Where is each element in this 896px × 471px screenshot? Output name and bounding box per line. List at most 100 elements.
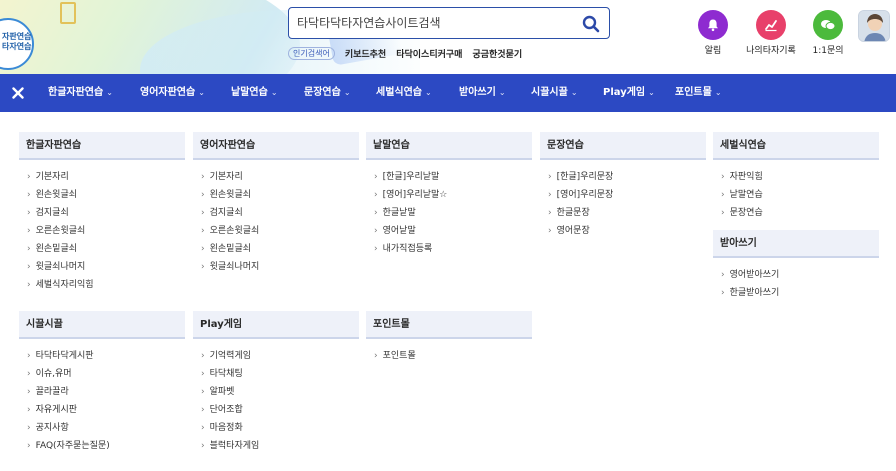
- nav-item-words[interactable]: 낱말연습 ⌄: [231, 74, 278, 112]
- menu-group-games: Play게임 기억력게임 타닥채팅 알파벳 단어조합 마음정화 블럭타자게임: [193, 311, 359, 455]
- close-icon: [12, 87, 24, 99]
- record-icon-circle: [756, 10, 786, 40]
- nav-item-sentences[interactable]: 문장연습 ⌄: [304, 74, 351, 112]
- nav-item-dictation[interactable]: 받아쓰기 ⌄: [459, 74, 506, 112]
- popular-search-tag: 인기검색어: [288, 46, 335, 60]
- nav-item-label: 한글자판연습: [48, 87, 104, 98]
- menu-item[interactable]: 알파벳: [193, 383, 359, 401]
- menu-group-list: 타닥타닥게시판 이슈,유머 끌라끌라 자유게시판 공지사항 FAQ(자주묻는질문…: [19, 339, 185, 455]
- nav-item-games[interactable]: Play게임 ⌄: [603, 74, 655, 112]
- main-nav: 한글자판연습 ⌄ 영어자판연습 ⌄ 낱말연습 ⌄ 문장연습 ⌄ 세벌식연습 ⌄ 받아쓰기 ⌄…: [0, 74, 896, 112]
- menu-group-title[interactable]: 받아쓰기: [713, 230, 879, 258]
- menu-item[interactable]: 마음정화: [193, 419, 359, 437]
- menu-group-title[interactable]: Play게임: [193, 311, 359, 339]
- user-avatar[interactable]: [858, 10, 890, 42]
- menu-item[interactable]: 블럭타자게임: [193, 437, 359, 455]
- menu-item[interactable]: 문장연습: [713, 204, 879, 222]
- nav-close-button[interactable]: [0, 74, 36, 112]
- menu-item[interactable]: 공지사항: [19, 419, 185, 437]
- chevron-down-icon: ⌄: [106, 88, 113, 97]
- menu-item[interactable]: 윗글쇠나머지: [19, 258, 185, 276]
- menu-item[interactable]: 영어문장: [540, 222, 706, 240]
- inquiry-icon-circle: [813, 10, 843, 40]
- popular-search-link[interactable]: 키보드추천: [345, 47, 386, 60]
- menu-item[interactable]: 포인트몰: [366, 347, 532, 365]
- menu-item[interactable]: 내가직접등록: [366, 240, 532, 258]
- menu-group-list: 기본자리 왼손윗글쇠 검지글쇠 오른손윗글쇠 왼손밑글쇠 윗글쇠나머지: [193, 160, 359, 276]
- nav-item-label: 세벌식연습: [376, 87, 422, 98]
- menu-item[interactable]: 한글받아쓰기: [713, 284, 879, 302]
- menu-group-title[interactable]: 세벌식연습: [713, 132, 879, 160]
- menu-group-title[interactable]: 영어자판연습: [193, 132, 359, 160]
- notification-label: 알림: [704, 46, 722, 56]
- nav-item-sebeolsik[interactable]: 세벌식연습 ⌄: [376, 74, 432, 112]
- nav-item-label: 시끌시끌: [531, 87, 568, 98]
- menu-group-title[interactable]: 포인트몰: [366, 311, 532, 339]
- menu-item[interactable]: 타닥채팅: [193, 365, 359, 383]
- nav-item-korean-keyboard[interactable]: 한글자판연습 ⌄: [48, 74, 113, 112]
- menu-item[interactable]: 왼손윗글쇠: [19, 186, 185, 204]
- menu-item[interactable]: 왼손밑글쇠: [19, 240, 185, 258]
- menu-item[interactable]: 자판익힘: [713, 168, 879, 186]
- menu-item[interactable]: [영어]우리문장: [540, 186, 706, 204]
- menu-item[interactable]: 기본자리: [19, 168, 185, 186]
- menu-group-list: 기억력게임 타닥채팅 알파벳 단어조합 마음정화 블럭타자게임: [193, 339, 359, 455]
- nav-item-point-mall[interactable]: 포인트몰 ⌄: [675, 74, 722, 112]
- menu-group-list: [한글]우리낱말 [영어]우리낱말☆ 한글낱말 영어낱말 내가직접등록: [366, 160, 532, 258]
- my-typing-record-button[interactable]: 나의타자기록: [741, 10, 801, 56]
- menu-item[interactable]: [한글]우리낱말: [366, 168, 532, 186]
- menu-item[interactable]: 한글낱말: [366, 204, 532, 222]
- nav-item-english-keyboard[interactable]: 영어자판연습 ⌄: [140, 74, 205, 112]
- menu-group-title[interactable]: 시끌시끌: [19, 311, 185, 339]
- menu-item[interactable]: 왼손밑글쇠: [193, 240, 359, 258]
- menu-group-dictation: 받아쓰기 영어받아쓰기 한글받아쓰기: [713, 230, 879, 302]
- nav-item-community[interactable]: 시끌시끌 ⌄: [531, 74, 578, 112]
- menu-item[interactable]: 오른손윗글쇠: [19, 222, 185, 240]
- menu-item[interactable]: 영어받아쓰기: [713, 266, 879, 284]
- menu-item[interactable]: FAQ(자주묻는질문): [19, 437, 185, 455]
- menu-item[interactable]: 오른손윗글쇠: [193, 222, 359, 240]
- search-input[interactable]: [297, 13, 567, 33]
- menu-group-sentences: 문장연습 [한글]우리문장 [영어]우리문장 한글문장 영어문장: [540, 132, 706, 240]
- inquiry-button[interactable]: 1:1문의: [798, 10, 858, 56]
- nav-item-label: 문장연습: [304, 87, 341, 98]
- menu-item[interactable]: 윗글쇠나머지: [193, 258, 359, 276]
- chat-icon: [821, 20, 836, 31]
- chevron-down-icon: ⌄: [714, 88, 722, 97]
- chevron-down-icon: ⌄: [648, 88, 655, 97]
- chevron-down-icon: ⌄: [570, 88, 578, 97]
- menu-group-title[interactable]: 한글자판연습: [19, 132, 185, 160]
- menu-group-community: 시끌시끌 타닥타닥게시판 이슈,유머 끌라끌라 자유게시판 공지사항 FAQ(자…: [19, 311, 185, 455]
- menu-item[interactable]: 끌라끌라: [19, 383, 185, 401]
- notification-button[interactable]: 알림: [683, 10, 743, 56]
- site-logo-text: 타자연습: [2, 42, 32, 51]
- nav-item-label: 영어자판연습: [140, 87, 196, 98]
- menu-item[interactable]: 왼손윗글쇠: [193, 186, 359, 204]
- nav-item-label: Play게임: [603, 87, 646, 98]
- chevron-down-icon: ⌄: [498, 88, 506, 97]
- menu-item[interactable]: [영어]우리낱말☆: [366, 186, 532, 204]
- menu-group-list: 영어받아쓰기 한글받아쓰기: [713, 258, 879, 302]
- menu-item[interactable]: 한글문장: [540, 204, 706, 222]
- menu-item[interactable]: 기본자리: [193, 168, 359, 186]
- avatar-image: [859, 11, 889, 41]
- popular-search-link[interactable]: 궁금한것묻기: [472, 47, 522, 60]
- menu-item[interactable]: 기억력게임: [193, 347, 359, 365]
- menu-item[interactable]: [한글]우리문장: [540, 168, 706, 186]
- chevron-down-icon: ⌄: [270, 88, 278, 97]
- menu-item[interactable]: 단어조합: [193, 401, 359, 419]
- menu-item[interactable]: 낱말연습: [713, 186, 879, 204]
- menu-item[interactable]: 이슈,유머: [19, 365, 185, 383]
- menu-item[interactable]: 검지글쇠: [19, 204, 185, 222]
- search-button[interactable]: [581, 14, 601, 34]
- menu-group-title[interactable]: 낱말연습: [366, 132, 532, 160]
- menu-item[interactable]: 세벌식자리익힘: [19, 276, 185, 294]
- menu-group-list: [한글]우리문장 [영어]우리문장 한글문장 영어문장: [540, 160, 706, 240]
- bell-icon: [708, 19, 718, 32]
- menu-item[interactable]: 자유게시판: [19, 401, 185, 419]
- menu-item[interactable]: 검지글쇠: [193, 204, 359, 222]
- menu-item[interactable]: 영어낱말: [366, 222, 532, 240]
- menu-group-title[interactable]: 문장연습: [540, 132, 706, 160]
- popular-search-link[interactable]: 타닥이스티커구매: [396, 47, 462, 60]
- menu-item[interactable]: 타닥타닥게시판: [19, 347, 185, 365]
